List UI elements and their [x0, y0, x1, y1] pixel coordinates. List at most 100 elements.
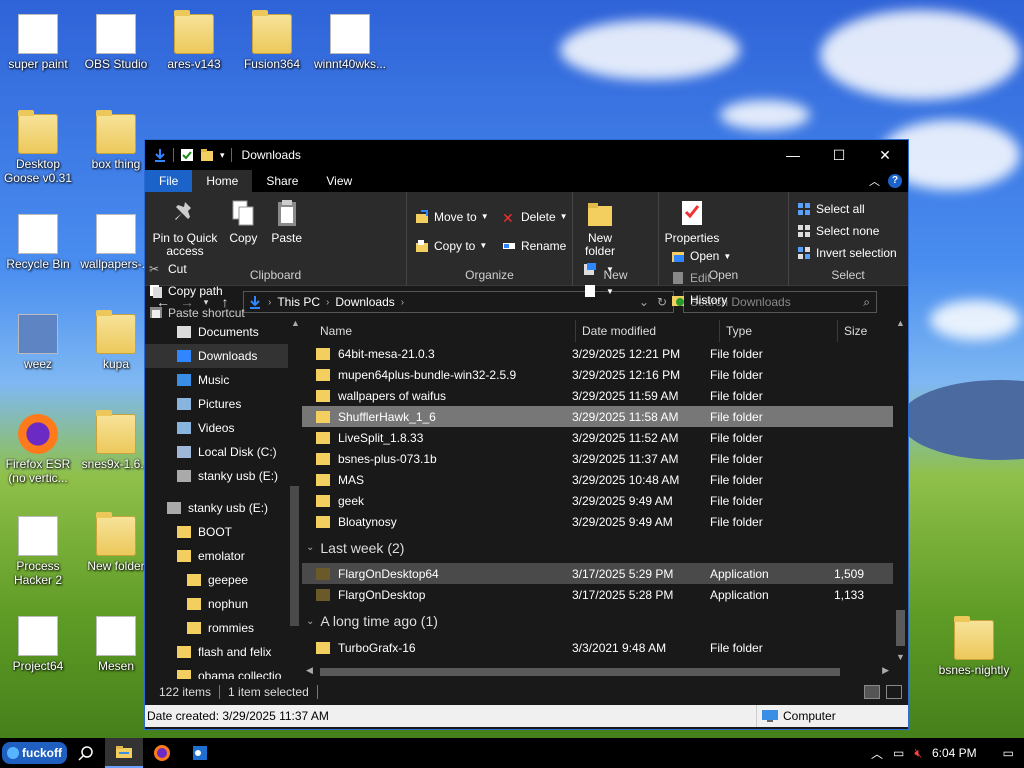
start-button[interactable]: fuckoff — [2, 742, 67, 764]
nav-scrollbar[interactable]: ▲ — [288, 318, 302, 679]
notifications-icon[interactable]: ▭ — [1003, 746, 1014, 760]
properties-button[interactable]: Properties — [665, 198, 719, 245]
nav-item[interactable]: flash and felix — [145, 640, 302, 664]
group-header-last-week[interactable]: ⌄ Last week (2) — [302, 532, 908, 563]
copy-path-button[interactable]: Copy path — [149, 280, 245, 302]
column-size[interactable]: Size — [838, 320, 892, 342]
tab-home[interactable]: Home — [192, 170, 253, 192]
minimize-button[interactable]: — — [770, 140, 816, 170]
quick-access-arrow-icon[interactable] — [153, 148, 167, 162]
file-row[interactable]: 64bit-mesa-21.0.3 3/29/2025 12:21 PM File … — [302, 343, 908, 364]
desktop-icon[interactable]: Mesen — [78, 616, 154, 673]
file-row[interactable]: TurboGrafx-16 3/3/2021 9:48 AM File folder — [302, 637, 908, 658]
file-scroll-left-icon[interactable]: ◀ — [306, 665, 313, 676]
file-scroll-down-icon[interactable]: ▼ — [896, 652, 905, 662]
file-horizontal-scroll-thumb[interactable] — [320, 668, 840, 676]
volume-muted-icon[interactable]: 🔇︎ — [914, 746, 922, 761]
details-view-icon[interactable] — [864, 685, 880, 699]
outlook-taskbar-button[interactable] — [181, 738, 219, 768]
address-dropdown-icon[interactable]: ⌄ — [639, 295, 649, 309]
file-row[interactable]: MAS 3/29/2025 10:48 AM File folder — [302, 469, 908, 490]
easy-access-button[interactable]: ▼ — [583, 280, 614, 302]
open-button[interactable]: Open ▼ — [671, 245, 731, 267]
network-icon[interactable]: ▭ — [893, 746, 904, 760]
history-button[interactable]: History — [671, 289, 731, 311]
invert-selection-button[interactable]: Invert selection — [797, 242, 903, 264]
desktop-icon[interactable]: super paint — [0, 14, 76, 71]
desktop-icon[interactable]: wallpapers-... — [78, 214, 154, 271]
desktop-icon[interactable]: Recycle Bin — [0, 214, 76, 271]
nav-item[interactable]: obama collectio — [145, 664, 302, 679]
file-row[interactable]: FlargOnDesktop 3/17/2025 5:28 PM Applicati… — [302, 584, 908, 605]
copy-to-button[interactable]: Copy to ▼ — [415, 231, 489, 260]
tab-file[interactable]: File — [145, 170, 193, 192]
show-hidden-icons-icon[interactable]: ︿ — [871, 745, 883, 762]
desktop-icon[interactable]: New folder — [78, 512, 154, 573]
tab-view[interactable]: View — [312, 170, 366, 192]
search-taskbar-button[interactable] — [67, 738, 105, 768]
column-name[interactable]: Name — [302, 320, 576, 342]
collapse-ribbon-icon[interactable]: ︿ — [869, 173, 880, 189]
nav-item[interactable]: Videos — [145, 416, 302, 440]
nav-item[interactable]: BOOT — [145, 520, 302, 544]
desktop-icon[interactable]: weez — [0, 314, 76, 371]
column-date-modified[interactable]: Date modified — [576, 320, 720, 342]
title-bar[interactable]: ▾ Downloads — ☐ ✕ — [145, 140, 908, 170]
desktop-icon[interactable]: winnt40wks... — [312, 14, 388, 71]
move-to-button[interactable]: Move to ▼ — [415, 202, 489, 231]
tab-share[interactable]: Share — [252, 170, 312, 192]
desktop-icon[interactable]: Desktop Goose v0.31 — [0, 110, 76, 185]
desktop-icon[interactable]: Project64 — [0, 616, 76, 673]
column-type[interactable]: Type — [720, 320, 838, 342]
nav-item[interactable]: stanky usb (E:) — [145, 496, 302, 520]
nav-item[interactable]: Music — [145, 368, 302, 392]
file-vertical-scroll-thumb[interactable] — [896, 610, 905, 646]
file-vertical-scrollbar[interactable]: ▲ ▼ — [893, 318, 908, 662]
paste-button[interactable]: Paste — [266, 198, 308, 245]
desktop-icon[interactable]: bsnes-nightly — [936, 616, 1012, 677]
maximize-button[interactable]: ☐ — [816, 140, 862, 170]
breadcrumb-downloads[interactable]: Downloads — [335, 295, 394, 309]
large-icons-view-icon[interactable] — [886, 685, 902, 699]
file-explorer-taskbar-button[interactable] — [105, 738, 143, 768]
desktop-icon[interactable]: kupa — [78, 310, 154, 371]
nav-scroll-up-icon[interactable]: ▲ — [291, 318, 300, 328]
desktop-icon[interactable]: box thing — [78, 110, 154, 171]
firefox-taskbar-button[interactable] — [143, 738, 181, 768]
nav-item[interactable]: geepee — [145, 568, 302, 592]
file-row[interactable]: mupen64plus-bundle-win32-2.5.9 3/29/2025 … — [302, 364, 908, 385]
file-scroll-up-icon[interactable]: ▲ — [896, 318, 905, 328]
clock[interactable]: 6:04 PM — [932, 746, 977, 760]
nav-scroll-thumb[interactable] — [290, 486, 299, 626]
file-row[interactable]: geek 3/29/2025 9:49 AM File folder — [302, 490, 908, 511]
file-row[interactable]: bsnes-plus-073.1b 3/29/2025 11:37 AM File … — [302, 448, 908, 469]
file-row[interactable]: FlargOnDesktop64 3/17/2025 5:29 PM Applica… — [302, 563, 908, 584]
file-row[interactable]: wallpapers of waifus 3/29/2025 11:59 AM Fi… — [302, 385, 908, 406]
refresh-icon[interactable]: ↻ — [657, 295, 667, 309]
nav-item[interactable]: nophun — [145, 592, 302, 616]
desktop-icon[interactable]: OBS Studio — [78, 14, 154, 71]
desktop-icon[interactable]: Firefox ESR (no vertic... — [0, 414, 76, 485]
group-header-long-ago[interactable]: ⌄ A long time ago (1) — [302, 605, 908, 637]
pin-quick-access-button[interactable]: Pin to Quick access — [149, 198, 221, 258]
nav-item[interactable]: Local Disk (C:) — [145, 440, 302, 464]
desktop-icon[interactable]: Process Hacker 2 — [0, 516, 76, 587]
close-button[interactable]: ✕ — [862, 140, 908, 170]
desktop-icon[interactable]: Fusion364 — [234, 10, 310, 71]
new-folder-qat-icon[interactable] — [200, 148, 214, 162]
properties-check-icon[interactable] — [180, 148, 194, 162]
file-scroll-right-icon[interactable]: ▶ — [882, 665, 889, 676]
file-horizontal-scrollbar[interactable]: ◀ ▶ — [302, 664, 893, 679]
nav-item[interactable]: stanky usb (E:) — [145, 464, 302, 488]
qat-dropdown-icon[interactable]: ▾ — [220, 150, 225, 161]
rename-button[interactable]: Rename — [502, 231, 568, 260]
file-row[interactable]: LiveSplit_1.8.33 3/29/2025 11:52 AM File f… — [302, 427, 908, 448]
breadcrumb-this-pc[interactable]: This PC — [277, 295, 320, 309]
help-icon[interactable]: ? — [888, 174, 902, 188]
file-row[interactable]: ShufflerHawk_1_6 3/29/2025 11:58 AM File f… — [302, 406, 908, 427]
select-all-button[interactable]: Select all — [797, 198, 903, 220]
file-row[interactable]: Bloatynosy 3/29/2025 9:49 AM File folder — [302, 511, 908, 532]
copy-button[interactable]: Copy — [224, 198, 262, 245]
desktop-icon[interactable]: ares-v143 — [156, 10, 232, 71]
new-folder-button[interactable]: New folder — [581, 198, 619, 258]
